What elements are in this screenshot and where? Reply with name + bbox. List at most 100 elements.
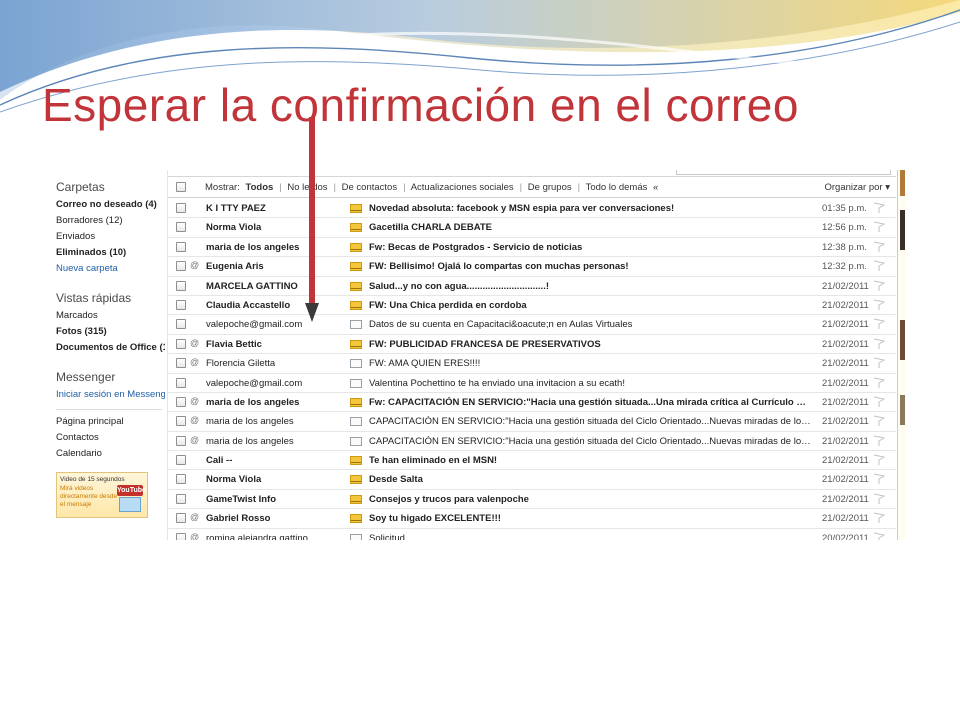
message-row[interactable]: Norma Viola Gacetilla CHARLA DEBATE 12:56 … — [168, 218, 896, 238]
filter-all[interactable]: Todos — [245, 182, 273, 193]
message-sender: Eugenia Aris — [206, 261, 264, 273]
flag-icon[interactable] — [873, 396, 885, 408]
messenger-signin-link[interactable]: Iniciar sesión en Messenge — [56, 387, 165, 403]
attachment-icon: @ — [190, 434, 200, 445]
folder-junk[interactable]: Correo no deseado (4) — [56, 197, 165, 213]
message-row[interactable]: @ Gabriel Rosso Soy tu higado EXCELENTE!!!… — [168, 509, 896, 529]
message-checkbox[interactable] — [176, 435, 186, 446]
attachment-icon: @ — [190, 395, 200, 406]
flag-icon[interactable] — [873, 532, 885, 540]
youtube-promo[interactable]: Video de 15 segundos Mirá videos directa… — [56, 472, 148, 518]
message-checkbox[interactable] — [176, 280, 186, 291]
message-sender: maria de los angeles — [206, 416, 294, 428]
message-row[interactable]: @ romina alejandra gattino Solicitud 20/02/… — [168, 529, 896, 540]
flag-icon[interactable] — [873, 299, 885, 311]
filter-everything-else[interactable]: Todo lo demás — [586, 182, 648, 193]
flag-icon[interactable] — [873, 318, 885, 330]
collapse-filters-icon[interactable]: « — [653, 182, 658, 193]
toolbar-edge — [168, 170, 896, 177]
message-row[interactable]: @ Florencia Giletta FW: AMA QUIEN ERES!!!!… — [168, 354, 896, 374]
message-subject: Salud...y no con agua...................… — [369, 280, 549, 292]
flag-icon[interactable] — [873, 435, 885, 447]
new-folder-link[interactable]: Nueva carpeta — [56, 261, 165, 277]
message-checkbox[interactable] — [176, 241, 186, 252]
calendar-link[interactable]: Calendario — [56, 446, 165, 462]
message-subject: Novedad absoluta: facebook y MSN espia p… — [369, 203, 675, 214]
flag-icon[interactable] — [873, 221, 885, 233]
message-subject: CAPACITACIÓN EN SERVICIO:"Hacia una gest… — [369, 416, 811, 428]
flag-icon[interactable] — [873, 280, 885, 292]
message-checkbox[interactable] — [176, 493, 186, 504]
message-checkbox[interactable] — [176, 455, 186, 466]
message-row[interactable]: @ maria de los angeles Fw: CAPACITACIÓN EN… — [168, 393, 896, 413]
home-link[interactable]: Página principal — [56, 414, 165, 430]
arrange-by-menu[interactable]: Organizar por ▾ — [825, 182, 891, 193]
attachment-icon: @ — [190, 531, 200, 540]
attachment-icon: @ — [190, 357, 200, 368]
message-row[interactable]: @ Flavia Bettic FW: PUBLICIDAD FRANCESA DE… — [168, 335, 896, 355]
message-row[interactable]: @ Eugenia Aris FW: Bellisimo! Ojalá lo com… — [168, 257, 896, 277]
message-checkbox[interactable] — [176, 319, 186, 330]
message-checkbox[interactable] — [176, 532, 186, 540]
message-row[interactable]: GameTwist Info Consejos y trucos para val… — [168, 490, 896, 510]
message-sender: Florencia Giletta — [206, 358, 276, 370]
flag-icon[interactable] — [873, 241, 885, 253]
message-date: 21/02/2011 — [822, 474, 869, 486]
select-all-checkbox[interactable] — [176, 182, 186, 192]
flag-icon[interactable] — [873, 202, 885, 214]
folder-drafts[interactable]: Borradores (12) — [56, 213, 165, 229]
message-checkbox[interactable] — [176, 222, 186, 233]
folder-deleted[interactable]: Eliminados (10) — [56, 245, 165, 261]
flag-icon[interactable] — [873, 473, 885, 485]
message-checkbox[interactable] — [176, 299, 186, 310]
message-sender: Claudia Accastello — [206, 299, 291, 311]
message-date: 21/02/2011 — [822, 493, 869, 505]
message-checkbox[interactable] — [176, 261, 186, 272]
message-sender: Norma Viola — [206, 474, 262, 486]
message-checkbox[interactable] — [176, 358, 186, 369]
message-subject: Datos de su cuenta en Capacitaci&oacute;… — [369, 319, 633, 331]
folder-sent[interactable]: Enviados — [56, 229, 165, 245]
read-envelope-icon — [350, 417, 362, 427]
message-row[interactable]: K I TTY PAEZ Novedad absoluta: facebook y… — [168, 199, 896, 219]
view-office-docs[interactable]: Documentos de Office (1 — [56, 340, 165, 356]
message-date: 12:38 p.m. — [822, 241, 867, 253]
message-checkbox[interactable] — [176, 203, 186, 213]
view-photos[interactable]: Fotos (315) — [56, 324, 165, 340]
filter-contacts[interactable]: De contactos — [342, 182, 397, 193]
flag-icon[interactable] — [873, 415, 885, 427]
filter-social[interactable]: Actualizaciones sociales — [411, 182, 514, 193]
message-checkbox[interactable] — [176, 377, 186, 388]
message-row[interactable]: maria de los angeles Fw: Becas de Postgra… — [168, 238, 896, 258]
message-row[interactable]: Claudia Accastello FW: Una Chica perdida … — [168, 296, 896, 316]
message-checkbox[interactable] — [176, 338, 186, 349]
flag-icon[interactable] — [873, 512, 885, 524]
flag-icon[interactable] — [873, 377, 885, 389]
message-row[interactable]: @ maria de los angeles CAPACITACIÓN EN SER… — [168, 432, 896, 452]
search-box-edge[interactable] — [676, 170, 891, 175]
message-subject: Soy tu higado EXCELENTE!!! — [369, 513, 501, 525]
message-row[interactable]: valepoche@gmail.com Datos de su cuenta en… — [168, 315, 896, 335]
message-row[interactable]: valepoche@gmail.com Valentina Pochettino … — [168, 374, 896, 393]
message-row[interactable]: @ maria de los angeles CAPACITACIÓN EN SER… — [168, 412, 896, 432]
message-row[interactable]: Norma Viola Desde Salta 21/02/2011 — [168, 470, 896, 490]
filter-bar: Mostrar: Todos | No leídos | De contactos |… — [168, 178, 896, 198]
message-checkbox[interactable] — [176, 416, 186, 427]
promo-title: Video de 15 segundos — [60, 476, 125, 483]
message-checkbox[interactable] — [176, 474, 186, 485]
flag-icon[interactable] — [873, 454, 885, 466]
flag-icon[interactable] — [873, 357, 885, 369]
message-checkbox[interactable] — [176, 513, 186, 524]
view-flagged[interactable]: Marcados — [56, 308, 165, 324]
message-subject: Desde Salta — [369, 474, 423, 486]
contacts-link[interactable]: Contactos — [56, 430, 165, 446]
message-row[interactable]: Cali -- Te han eliminado en el MSN! 21/02/… — [168, 451, 896, 471]
message-date: 21/02/2011 — [822, 416, 869, 428]
unread-envelope-icon — [350, 300, 362, 310]
message-row[interactable]: MARCELA GATTINO Salud...y no con agua....… — [168, 277, 896, 296]
flag-icon[interactable] — [873, 493, 885, 505]
flag-icon[interactable] — [873, 260, 885, 272]
filter-groups[interactable]: De grupos — [528, 182, 572, 193]
message-checkbox[interactable] — [176, 396, 186, 407]
flag-icon[interactable] — [873, 338, 885, 350]
